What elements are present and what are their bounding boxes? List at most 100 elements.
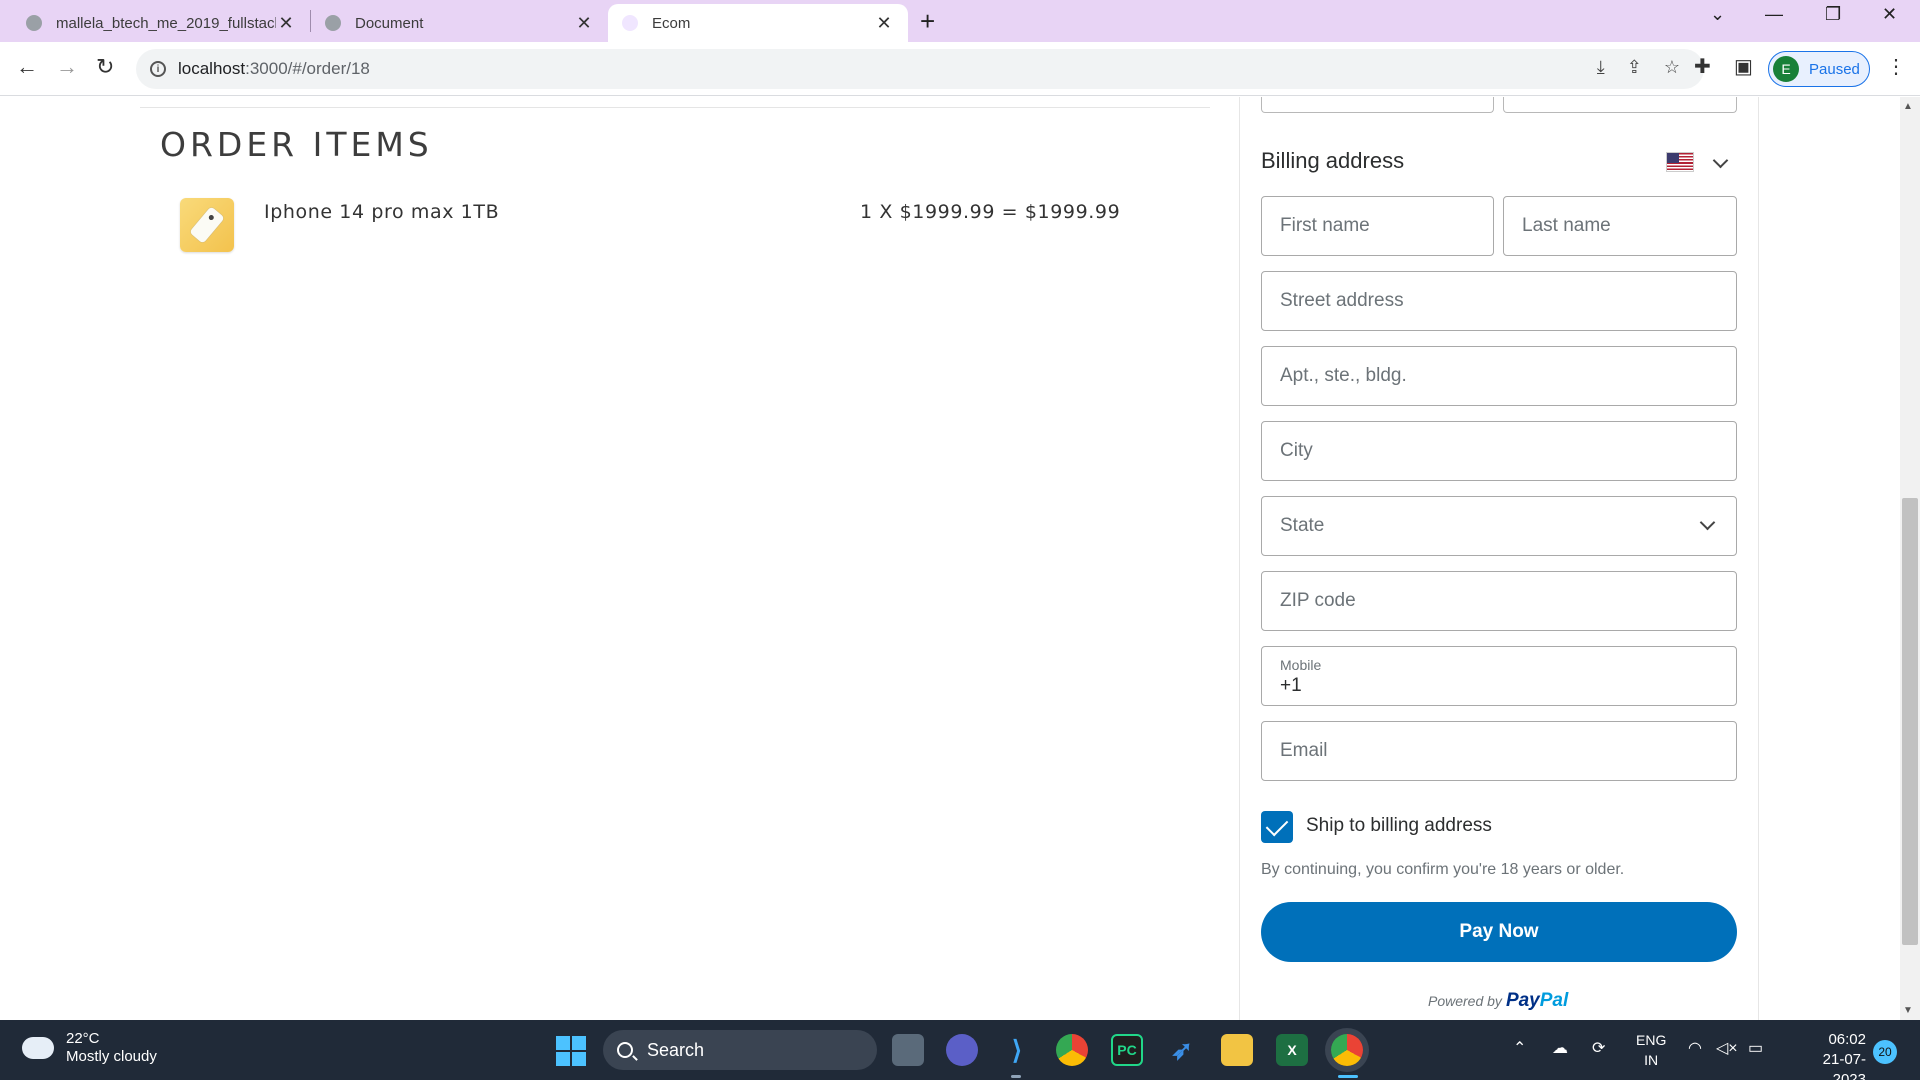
share-icon[interactable]: ⇪ (1627, 57, 1642, 78)
tab-github[interactable]: mallela_btech_me_2019_fullstack ✕ (12, 4, 310, 42)
zip-code-field[interactable]: ZIP code (1261, 571, 1737, 631)
browser-toolbar: ← → ↻ i localhost:3000/#/order/18 ⤓ ⇪ ☆ … (0, 42, 1920, 96)
order-items-heading: ORDER ITEMS (160, 125, 433, 164)
search-icon (617, 1042, 633, 1058)
tab-ecom[interactable]: Ecom ✕ (608, 4, 908, 42)
app-favicon-icon (622, 15, 638, 31)
first-name-field[interactable]: First name (1261, 196, 1494, 256)
weather-desc: Mostly cloudy (66, 1048, 157, 1065)
start-button[interactable] (556, 1036, 586, 1066)
mobile-field[interactable]: Mobile +1 (1261, 646, 1737, 706)
forward-button[interactable]: → (56, 54, 78, 80)
battery-icon[interactable]: ▭ (1748, 1038, 1763, 1058)
search-label: Search (647, 1039, 705, 1060)
window-close-button[interactable]: ✕ (1882, 4, 1897, 25)
site-info-icon[interactable]: i (150, 61, 166, 77)
sync-icon[interactable]: ⟳ (1592, 1038, 1605, 1058)
clock-date: 21-07-2023 (1822, 1051, 1866, 1080)
street-address-field[interactable]: Street address (1261, 271, 1737, 331)
billing-address-title: Billing address (1261, 148, 1405, 173)
profile-button[interactable]: E Paused (1768, 51, 1870, 87)
language-indicator[interactable]: ENG IN (1636, 1030, 1666, 1070)
address-bar[interactable]: i localhost:3000/#/order/18 ⤓ ⇪ ☆ (136, 49, 1704, 89)
powered-by-text: Powered by (1428, 993, 1502, 1009)
windows-taskbar: 22°C Mostly cloudy Search ⟩ PC ➶ X ⌃ ☁ ⟳… (0, 1020, 1920, 1080)
tab-document[interactable]: Document ✕ (311, 4, 608, 42)
ship-to-billing-label: Ship to billing address (1306, 815, 1492, 836)
close-icon[interactable]: ✕ (574, 13, 594, 34)
install-app-icon[interactable]: ⤓ (1597, 57, 1605, 78)
scroll-down-arrow-icon[interactable]: ▼ (1903, 1005, 1913, 1016)
close-icon[interactable]: ✕ (276, 13, 296, 34)
tab-title: Ecom (652, 14, 691, 32)
powered-by-paypal: Powered by PayPal (1428, 990, 1568, 1012)
reload-button[interactable]: ↻ (96, 54, 114, 80)
mysql-workbench-icon[interactable]: ➶ (1166, 1034, 1198, 1066)
page-content: ORDER ITEMS Iphone 14 pro max 1TB 1 X $1… (0, 97, 1920, 1020)
weather-widget[interactable]: 22°C Mostly cloudy (22, 1029, 157, 1066)
age-consent-text: By continuing, you confirm you're 18 yea… (1261, 861, 1625, 878)
new-tab-button[interactable]: + (920, 6, 935, 37)
tab-search-chevron-icon[interactable]: ⌄ (1710, 4, 1725, 25)
last-name-field[interactable]: Last name (1503, 196, 1737, 256)
scrollbar-thumb[interactable] (1902, 498, 1918, 945)
clock-time: 06:02 (1828, 1031, 1866, 1048)
email-field[interactable]: Email (1261, 721, 1737, 781)
onedrive-icon[interactable]: ☁ (1552, 1038, 1568, 1058)
browser-menu-icon[interactable]: ⋮ (1886, 54, 1906, 79)
bookmark-star-icon[interactable]: ☆ (1664, 57, 1680, 78)
back-button[interactable]: ← (16, 54, 38, 80)
chevron-down-icon (1699, 514, 1716, 531)
product-thumbnail (180, 198, 234, 252)
chevron-down-icon[interactable] (1712, 152, 1729, 169)
side-panel-icon[interactable]: ▣ (1734, 54, 1753, 79)
card-field-partial[interactable] (1261, 97, 1494, 113)
chrome-icon[interactable] (1056, 1034, 1088, 1066)
avatar: E (1773, 56, 1799, 82)
volume-muted-icon[interactable]: ◁× (1716, 1038, 1738, 1058)
profile-status: Paused (1809, 60, 1860, 78)
cloud-icon (22, 1029, 54, 1059)
ship-to-billing-checkbox[interactable] (1261, 811, 1293, 843)
card-field-partial[interactable] (1503, 97, 1737, 113)
apt-field[interactable]: Apt., ste., bldg. (1261, 346, 1737, 406)
tray-overflow-chevron-icon[interactable]: ⌃ (1513, 1038, 1526, 1058)
state-select[interactable]: State (1261, 496, 1737, 556)
pay-now-button[interactable]: Pay Now (1261, 902, 1737, 962)
order-item-price: 1 X $1999.99 = $1999.99 (860, 201, 1121, 223)
tab-title: mallela_btech_me_2019_fullstack (56, 14, 276, 32)
tab-title: Document (355, 14, 424, 32)
excel-icon[interactable]: X (1276, 1034, 1308, 1066)
mobile-value: +1 (1280, 675, 1302, 696)
url-path: :3000/#/order/18 (245, 59, 370, 78)
extensions-puzzle-icon[interactable]: ✚ (1694, 54, 1711, 79)
clock[interactable]: 06:02 21-07-2023 (1790, 1030, 1866, 1080)
city-field[interactable]: City (1261, 421, 1737, 481)
mobile-label: Mobile (1280, 657, 1322, 673)
scroll-up-arrow-icon[interactable]: ▲ (1903, 101, 1913, 112)
tab-strip: mallela_btech_me_2019_fullstack ✕ Docume… (0, 0, 1920, 42)
us-flag-icon[interactable] (1666, 152, 1694, 172)
chrome-profile-icon[interactable] (1331, 1034, 1363, 1066)
minimize-button[interactable]: — (1765, 4, 1783, 25)
wifi-icon[interactable]: ◠ (1688, 1038, 1702, 1058)
task-view-icon[interactable] (892, 1034, 924, 1066)
vscode-icon[interactable]: ⟩ (1001, 1034, 1033, 1066)
paypal-logo: PayPal (1505, 990, 1569, 1011)
running-indicator (1011, 1075, 1021, 1078)
taskbar-search[interactable]: Search (603, 1030, 877, 1070)
globe-icon (325, 15, 341, 31)
notification-badge[interactable]: 20 (1873, 1040, 1897, 1064)
close-icon[interactable]: ✕ (874, 13, 894, 34)
url-host: localhost (178, 59, 246, 78)
file-explorer-icon[interactable] (1221, 1034, 1253, 1066)
weather-temp: 22°C (66, 1030, 100, 1047)
pycharm-icon[interactable]: PC (1111, 1034, 1143, 1066)
teams-chat-icon[interactable] (946, 1034, 978, 1066)
panel-border-right (1758, 97, 1759, 1020)
restore-button[interactable]: ❐ (1825, 4, 1841, 25)
panel-border-left (1239, 97, 1240, 1020)
divider (140, 107, 1210, 108)
globe-icon (26, 15, 42, 31)
order-item-name: Iphone 14 pro max 1TB (264, 201, 500, 223)
